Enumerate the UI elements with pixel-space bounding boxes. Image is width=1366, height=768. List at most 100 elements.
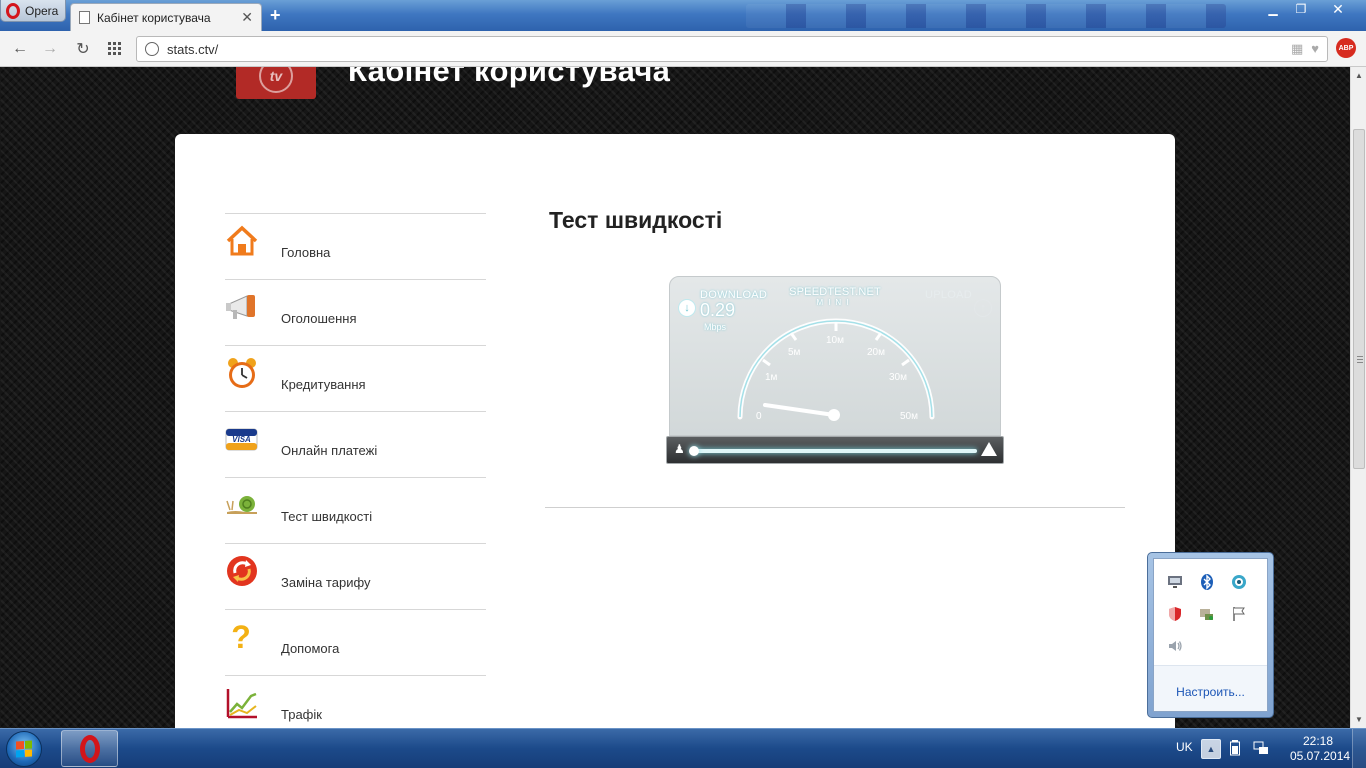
site-info-icon[interactable]	[145, 42, 159, 56]
menu-item-label: Заміна тарифу	[281, 575, 371, 590]
scroll-down-icon[interactable]: ▼	[1355, 715, 1363, 724]
gauge-label-1: 1м	[765, 372, 778, 383]
question-icon: ?	[231, 620, 251, 654]
back-icon[interactable]: ←	[10, 39, 30, 59]
scroll-grip	[1357, 356, 1363, 364]
address-bar[interactable]: stats.ctv/ ▦ ♥	[136, 36, 1328, 62]
progress-track	[695, 449, 977, 453]
person-icon: ♟	[674, 442, 685, 456]
clock-date: 05.07.2014	[1290, 749, 1351, 763]
speaker-icon[interactable]	[1166, 637, 1184, 655]
start-button[interactable]	[6, 731, 42, 767]
progress-knob	[689, 446, 699, 456]
visa-card-icon: VISA	[225, 428, 258, 451]
shield-icon[interactable]	[1166, 605, 1184, 623]
heart-bookmark-icon[interactable]: ♥	[1311, 41, 1319, 57]
tray-expand-icon[interactable]: ▲	[1201, 739, 1221, 759]
browser-toolbar: ← → ↻ stats.ctv/ ▦ ♥ ABP	[0, 31, 1366, 67]
gauge-hub	[828, 409, 840, 421]
devices-icon[interactable]	[1198, 605, 1216, 623]
tab-title: Кабінет користувача	[97, 10, 211, 25]
scroll-thumb[interactable]	[1353, 129, 1365, 469]
window-titlebar: Opera Кабінет користувача ✕ + ▁ ❐ ✕	[0, 0, 1366, 31]
tray-overflow-popup: Настроить...	[1147, 552, 1274, 718]
speed-dial-add-icon[interactable]: ▦	[1291, 41, 1303, 57]
browser-tab[interactable]: Кабінет користувача ✕	[70, 3, 262, 31]
sidebar-menu: Головна Оголошення Кредитування VISA Онл…	[225, 213, 486, 728]
menu-item-traffic[interactable]: Трафік	[225, 675, 486, 728]
camera-icon[interactable]	[1230, 573, 1248, 591]
content-divider	[545, 507, 1125, 508]
logo-mark: tv	[259, 67, 293, 93]
clock[interactable]: 22:18 05.07.2014	[1290, 734, 1351, 764]
speed-gauge: 0 1м 5м 10м 20м 30м 50м	[737, 318, 935, 422]
clock-time: 22:18	[1302, 734, 1334, 748]
menu-item-label: Трафік	[281, 707, 322, 722]
network-icon[interactable]	[1253, 740, 1269, 759]
network-monitor-icon[interactable]	[1166, 573, 1184, 591]
menu-item-help[interactable]: ? Допомога	[225, 609, 486, 675]
page-title: Тест швидкості	[549, 207, 723, 233]
speedtest-widget[interactable]: ↓ DOWNLOAD 0.29 Mbps SPEEDTEST.NET MINI …	[666, 276, 1006, 471]
svg-text:?: ?	[231, 620, 251, 654]
close-window-icon[interactable]: ✕	[1316, 0, 1360, 18]
gauge-label-30: 30м	[889, 372, 907, 383]
svg-text:VISA: VISA	[232, 435, 251, 444]
page-scrollbar[interactable]: ▲ ▼	[1350, 67, 1366, 728]
menu-item-speed-test[interactable]: Тест швидкості	[225, 477, 486, 543]
tray-icon-grid	[1166, 573, 1262, 655]
language-indicator[interactable]: UK	[1176, 740, 1193, 754]
megaphone-icon	[226, 295, 255, 319]
taskbar-opera-app[interactable]	[61, 730, 118, 767]
forward-icon[interactable]: →	[40, 39, 60, 59]
site-logo[interactable]: tv	[236, 67, 316, 99]
bluetooth-icon[interactable]	[1198, 573, 1216, 591]
menu-item-label: Онлайн платежі	[281, 443, 378, 458]
tray-separator	[1154, 665, 1267, 666]
opera-logo-icon	[6, 2, 20, 19]
menu-item-label: Головна	[281, 245, 331, 260]
tab-close-icon[interactable]: ✕	[241, 9, 253, 26]
menu-item-label: Оголошення	[281, 311, 357, 326]
flag-icon[interactable]	[1230, 605, 1248, 623]
minimize-icon[interactable]: ▁	[1260, 0, 1286, 18]
speedtest-progress-bar: ♟	[666, 436, 1004, 464]
opera-app-icon	[79, 734, 100, 763]
tray-customize-link[interactable]: Настроить...	[1154, 685, 1267, 699]
maximize-icon[interactable]: ❐	[1288, 0, 1314, 18]
address-url: stats.ctv/	[167, 41, 219, 57]
scroll-up-icon[interactable]: ▲	[1355, 71, 1363, 80]
speed-dial-icon[interactable]	[105, 39, 125, 59]
windows-logo-icon	[16, 740, 32, 758]
snail-icon	[226, 496, 257, 514]
server-triangle-icon	[981, 442, 997, 456]
battery-icon[interactable]	[1230, 740, 1240, 759]
speedtest-panel: ↓ DOWNLOAD 0.29 Mbps SPEEDTEST.NET MINI …	[669, 276, 1001, 436]
windows-taskbar: UK ▲ 22:18 05.07.2014	[0, 728, 1366, 768]
traffic-chart-icon	[226, 689, 257, 719]
menu-item-online-payments[interactable]: VISA Онлайн платежі	[225, 411, 486, 477]
titlebar-background-decor	[746, 4, 1226, 28]
opera-menu-label: Opera	[25, 3, 59, 18]
site-title: Кабінет користувача	[348, 67, 671, 88]
gauge-label-5: 5м	[788, 347, 801, 358]
gauge-label-20: 20м	[867, 347, 885, 358]
home-icon	[226, 225, 258, 256]
reload-icon[interactable]: ↻	[73, 39, 93, 59]
menu-item-home[interactable]: Головна	[225, 213, 486, 279]
gauge-label-50: 50м	[900, 411, 918, 422]
alarm-clock-icon	[228, 358, 256, 388]
address-right-icons: ▦ ♥	[1291, 41, 1327, 57]
window-controls: ▁ ❐ ✕	[1260, 0, 1360, 18]
menu-item-credit[interactable]: Кредитування	[225, 345, 486, 411]
gauge-label-0: 0	[756, 411, 762, 422]
tray-popup-inner: Настроить...	[1153, 558, 1268, 712]
show-desktop-button[interactable]	[1352, 729, 1366, 768]
menu-item-announcements[interactable]: Оголошення	[225, 279, 486, 345]
new-tab-button[interactable]: +	[270, 5, 281, 26]
tariff-change-icon	[227, 556, 257, 586]
adblock-icon[interactable]: ABP	[1336, 38, 1356, 58]
opera-menu-button[interactable]: Opera	[0, 0, 66, 22]
content-card: Головна Оголошення Кредитування VISA Онл…	[175, 134, 1175, 728]
menu-item-tariff-change[interactable]: Заміна тарифу	[225, 543, 486, 609]
